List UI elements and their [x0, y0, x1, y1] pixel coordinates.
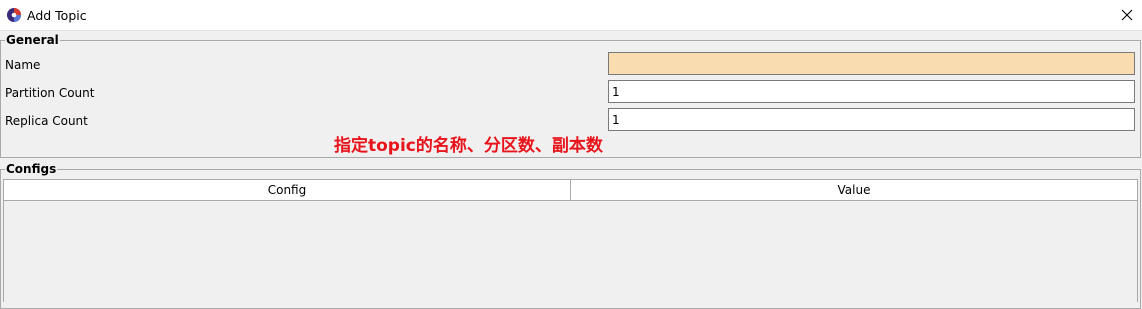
annotation-text: 指定topic的名称、分区数、副本数 — [334, 136, 603, 156]
configs-table[interactable]: Config Value — [3, 179, 1138, 302]
replica-count-field[interactable] — [608, 108, 1135, 131]
close-button[interactable] — [1114, 3, 1140, 29]
partition-count-field[interactable] — [608, 80, 1135, 103]
close-icon — [1121, 9, 1133, 24]
app-logo-icon — [6, 7, 22, 23]
name-label: Name — [5, 58, 41, 72]
name-field[interactable] — [608, 52, 1135, 75]
column-header-value[interactable]: Value — [571, 180, 1137, 200]
partition-count-label: Partition Count — [5, 86, 95, 100]
column-header-config[interactable]: Config — [4, 180, 571, 200]
replica-count-label: Replica Count — [5, 114, 88, 128]
title-bar: Add Topic — [0, 0, 1142, 31]
window-title: Add Topic — [27, 8, 87, 23]
configs-table-header: Config Value — [4, 180, 1137, 201]
configs-legend: Configs — [5, 162, 58, 176]
general-legend: General — [5, 33, 60, 47]
